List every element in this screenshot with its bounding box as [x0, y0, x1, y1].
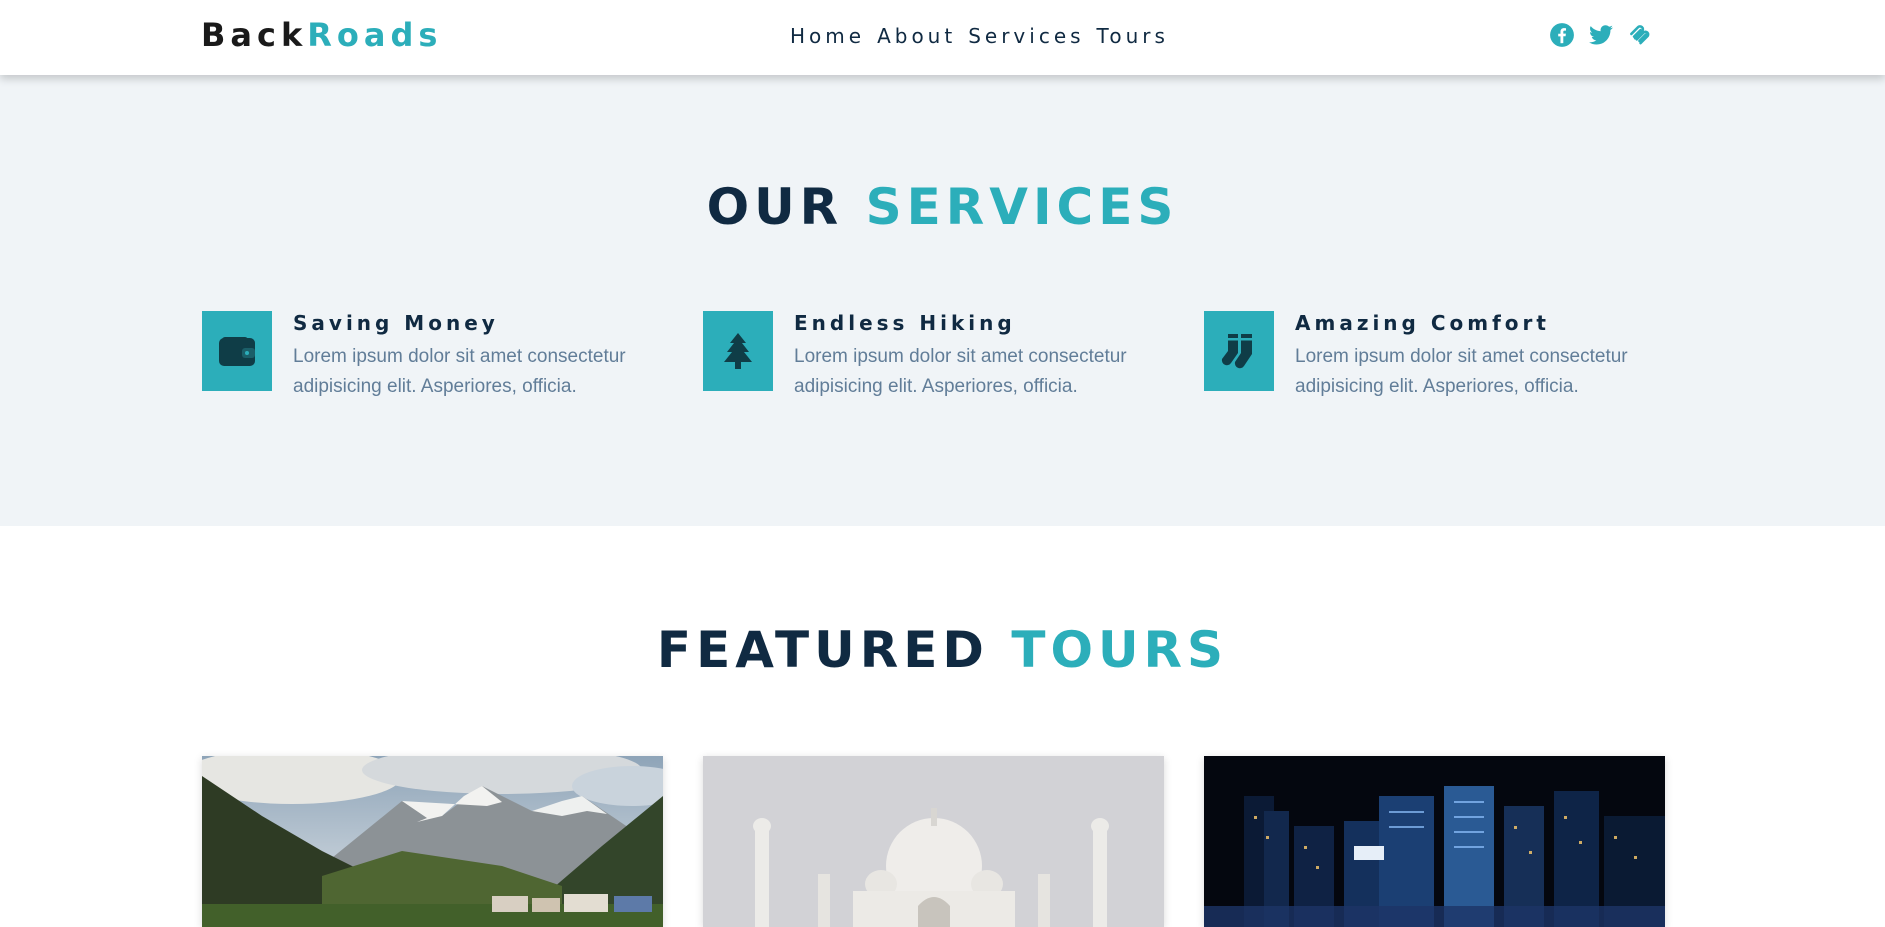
logo-part-back: Back	[201, 16, 308, 54]
nav-link-home[interactable]: Home	[790, 22, 865, 50]
service-title: Saving Money	[293, 311, 499, 335]
service-text: Lorem ipsum dolor sit amet consectetur a…	[794, 346, 1127, 397]
navbar: BackRoads Home About Services Tours	[0, 0, 1885, 75]
service-title: Endless Hiking	[794, 311, 1016, 335]
nav-link-services[interactable]: Services	[968, 22, 1084, 50]
tours-title: FEATURED TOURS	[0, 620, 1885, 680]
nav-link-about[interactable]: About	[877, 22, 956, 50]
tour-card[interactable]	[202, 756, 663, 927]
tour-card[interactable]	[1204, 756, 1665, 927]
mountain-village-image	[202, 756, 663, 927]
nav-links: Home About Services Tours	[790, 22, 1181, 50]
wallet-icon	[219, 337, 255, 366]
socks-icon	[1221, 334, 1252, 369]
tours-title-part1: FEATURED	[656, 621, 989, 679]
logo[interactable]: BackRoads	[201, 15, 442, 55]
tree-icon	[724, 333, 752, 369]
services-title: OUR SERVICES	[0, 177, 1885, 237]
service-endless-hiking: Endless Hiking Lorem ipsum dolor sit ame…	[703, 311, 1173, 411]
service-title: Amazing Comfort	[1295, 311, 1550, 335]
services-section: OUR SERVICES Saving Money Lorem ipsum do…	[0, 75, 1885, 526]
service-text: Lorem ipsum dolor sit amet consectetur a…	[293, 346, 626, 397]
service-saving-money: Saving Money Lorem ipsum dolor sit amet …	[202, 311, 672, 411]
twitter-icon[interactable]	[1588, 22, 1614, 48]
tours-section: FEATURED TOURS	[0, 526, 1885, 927]
service-amazing-comfort: Amazing Comfort Lorem ipsum dolor sit am…	[1204, 311, 1674, 411]
service-icon-box	[1204, 311, 1274, 391]
services-title-part1: OUR	[706, 178, 844, 236]
taj-mahal-image	[703, 756, 1164, 927]
facebook-icon[interactable]	[1549, 22, 1575, 48]
night-city-image	[1204, 756, 1665, 927]
squarespace-icon[interactable]	[1627, 22, 1653, 48]
tours-title-part2: TOURS	[1011, 621, 1229, 679]
nav-link-tours[interactable]: Tours	[1097, 22, 1169, 50]
services-title-part2: SERVICES	[865, 178, 1179, 236]
service-icon-box	[202, 311, 272, 391]
service-icon-box	[703, 311, 773, 391]
service-text: Lorem ipsum dolor sit amet consectetur a…	[1295, 346, 1628, 397]
social-links	[1549, 22, 1653, 48]
logo-part-roads: Roads	[307, 16, 443, 54]
tour-card[interactable]	[703, 756, 1164, 927]
